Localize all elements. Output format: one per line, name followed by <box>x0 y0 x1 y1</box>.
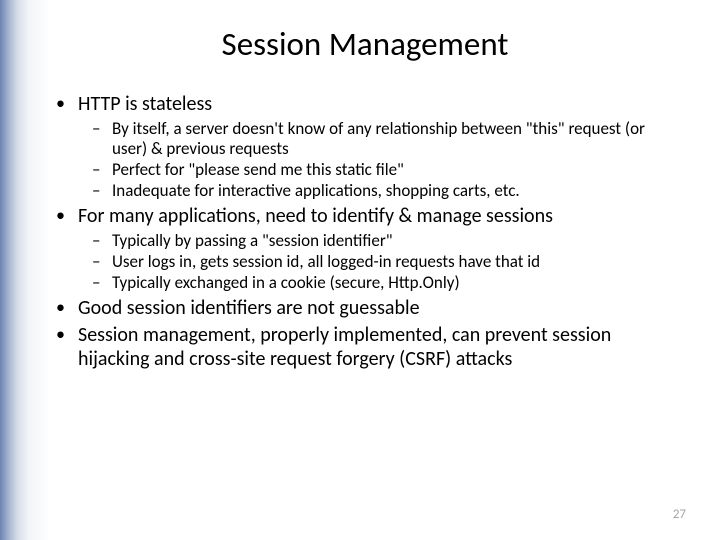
bullet-icon: • <box>56 323 78 346</box>
dash-icon: – <box>92 181 112 201</box>
dash-icon: – <box>92 119 112 139</box>
bullet-level2: – Typically exchanged in a cookie (secur… <box>56 273 680 293</box>
bullet-level2: – Perfect for "please send me this stati… <box>56 160 680 180</box>
bullet-text: Inadequate for interactive applications,… <box>112 181 680 201</box>
slide: Session Management • HTTP is stateless –… <box>0 0 720 540</box>
bullet-level1: • HTTP is stateless <box>56 92 680 116</box>
bullet-text: Good session identifiers are not guessab… <box>78 296 680 320</box>
slide-content: • HTTP is stateless – By itself, a serve… <box>50 92 680 371</box>
bullet-level2: – User logs in, gets session id, all log… <box>56 252 680 272</box>
bullet-icon: • <box>56 92 78 115</box>
bullet-icon: • <box>56 204 78 227</box>
bullet-level2: – Inadequate for interactive application… <box>56 181 680 201</box>
dash-icon: – <box>92 273 112 293</box>
dash-icon: – <box>92 160 112 180</box>
page-number: 27 <box>673 507 686 522</box>
bullet-level1: • Good session identifiers are not guess… <box>56 296 680 320</box>
bullet-level2: – Typically by passing a "session identi… <box>56 231 680 251</box>
bullet-level2: – By itself, a server doesn't know of an… <box>56 119 680 159</box>
bullet-text: HTTP is stateless <box>78 92 680 116</box>
bullet-level1: • For many applications, need to identif… <box>56 204 680 228</box>
bullet-text: Session management, properly implemented… <box>78 323 680 371</box>
bullet-text: Typically exchanged in a cookie (secure,… <box>112 273 680 293</box>
bullet-text: Perfect for "please send me this static … <box>112 160 680 180</box>
bullet-text: Typically by passing a "session identifi… <box>112 231 680 251</box>
bullet-icon: • <box>56 296 78 319</box>
dash-icon: – <box>92 252 112 272</box>
bullet-text: User logs in, gets session id, all logge… <box>112 252 680 272</box>
dash-icon: – <box>92 231 112 251</box>
bullet-level1: • Session management, properly implement… <box>56 323 680 371</box>
bullet-text: For many applications, need to identify … <box>78 204 680 228</box>
bullet-text: By itself, a server doesn't know of any … <box>112 119 680 159</box>
slide-title: Session Management <box>50 24 680 64</box>
